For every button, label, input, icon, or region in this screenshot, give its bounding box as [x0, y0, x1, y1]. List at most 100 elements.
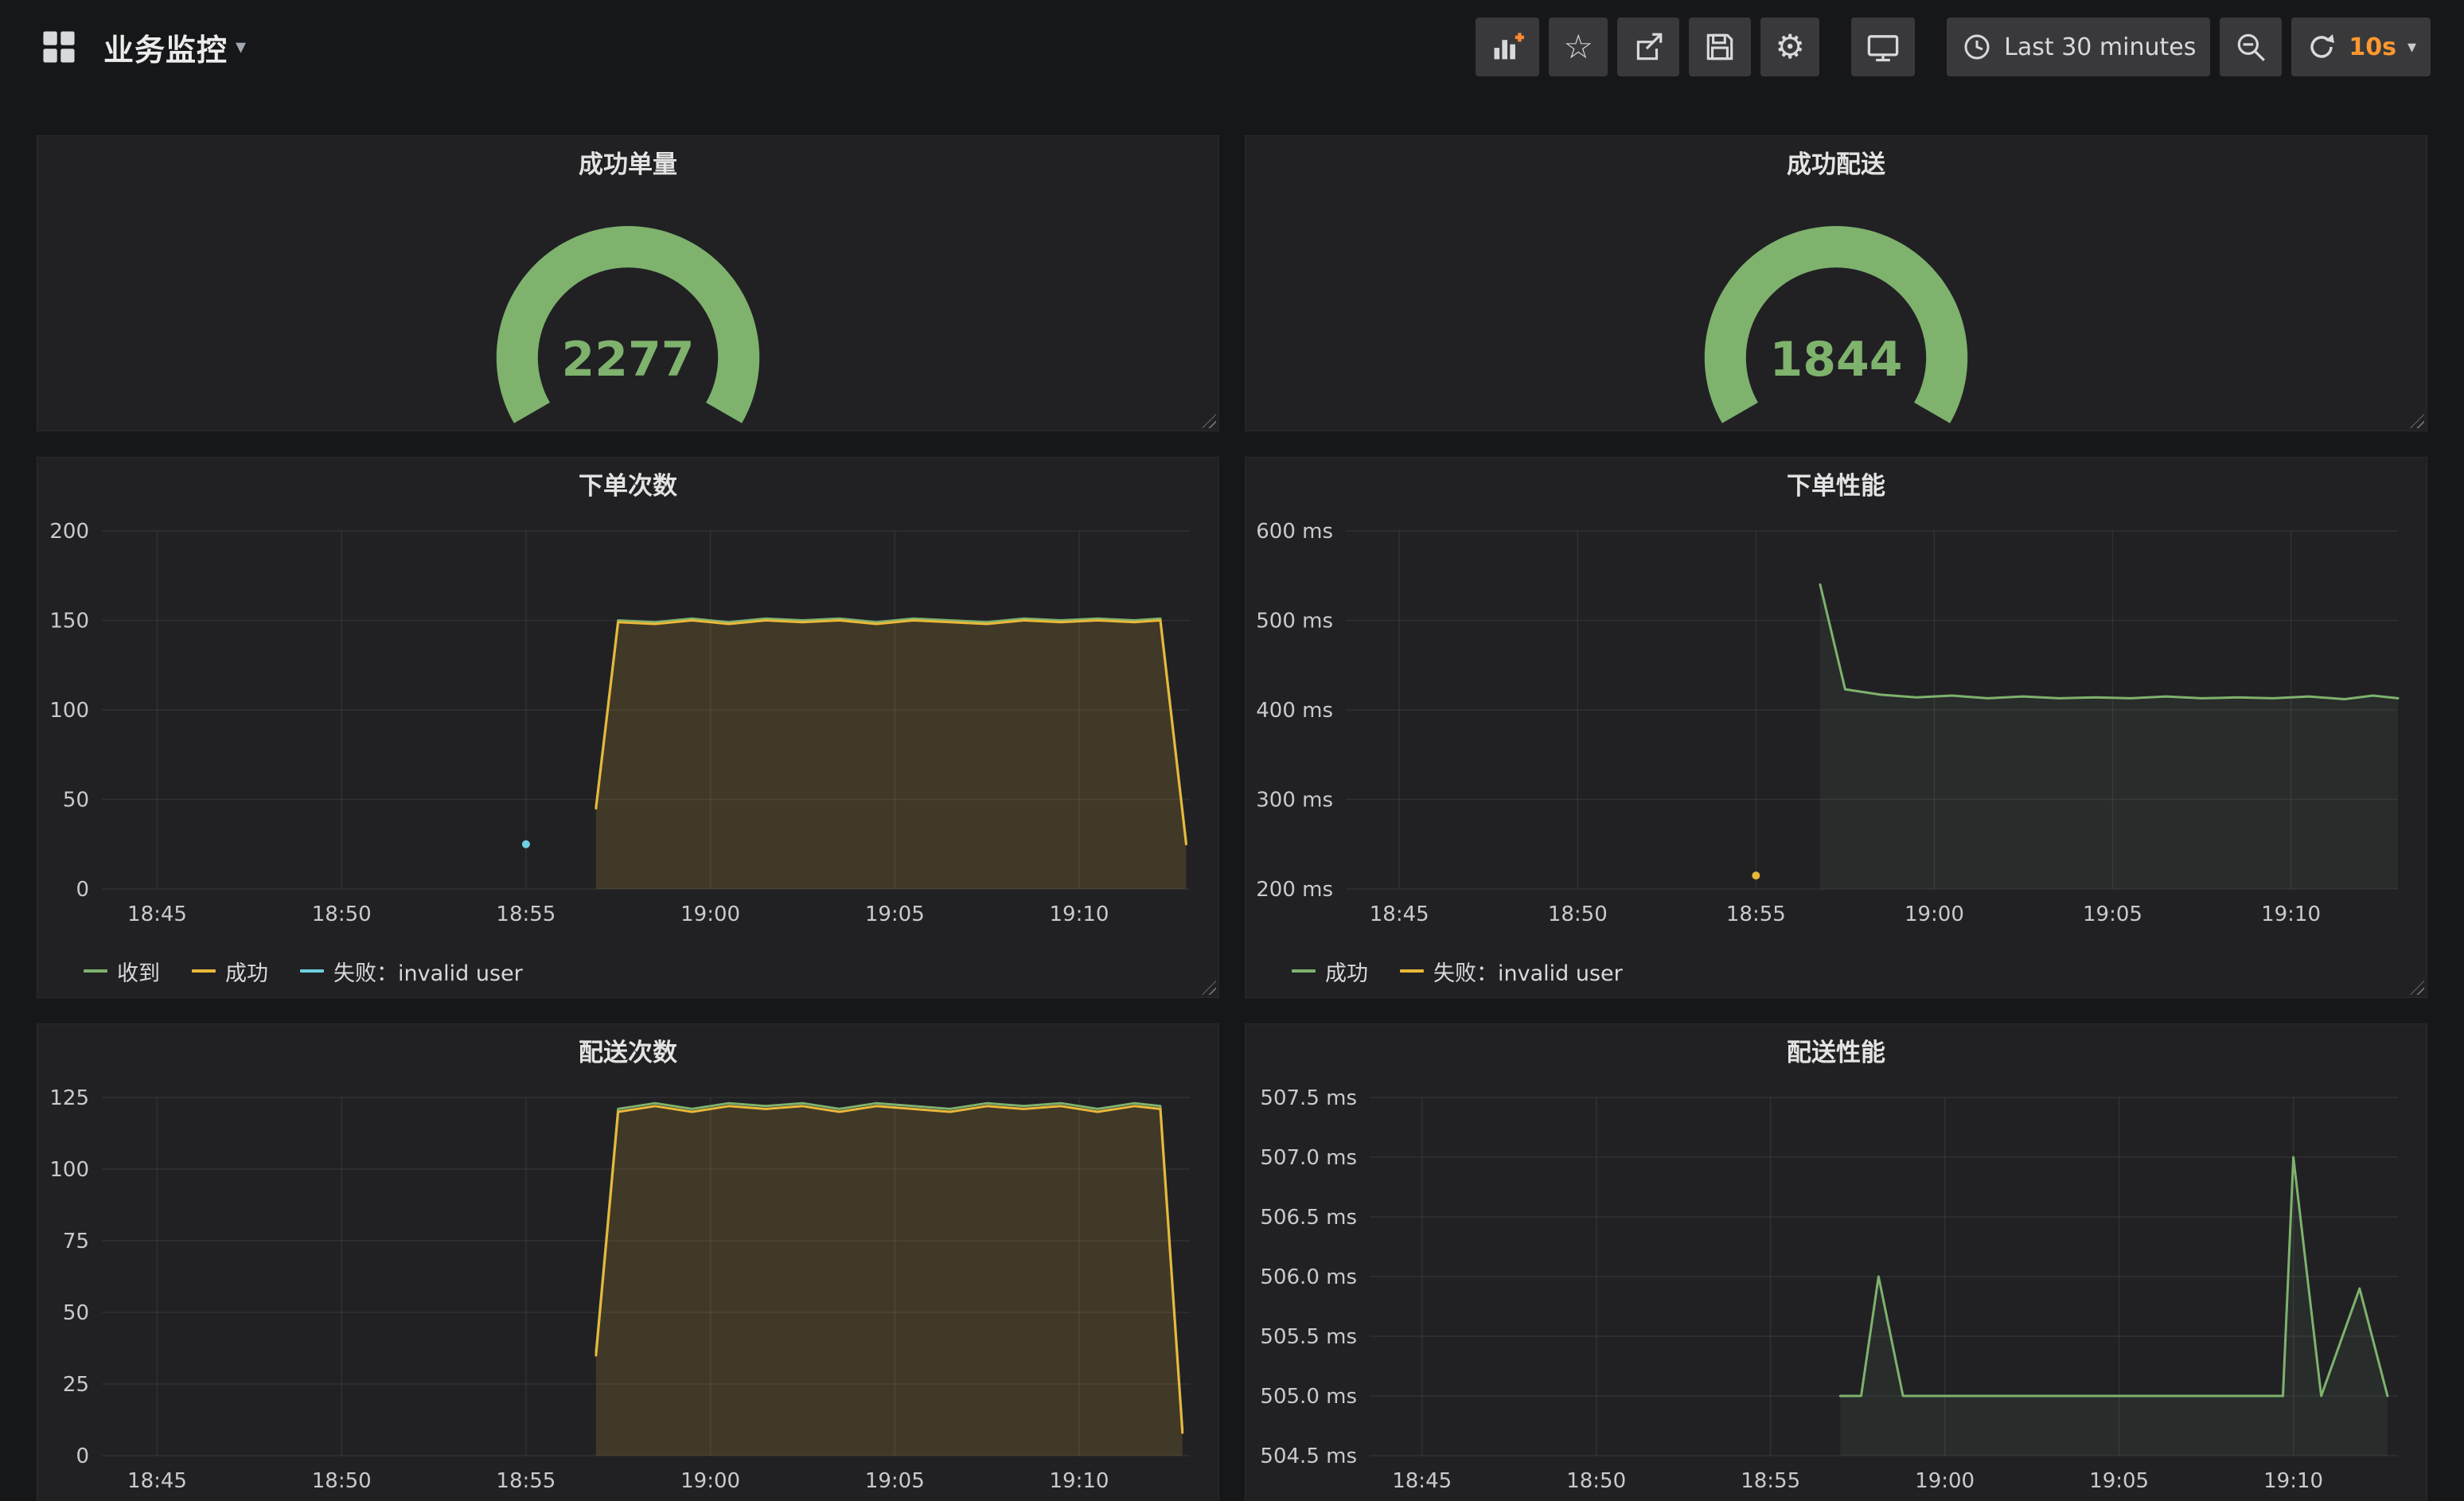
time-series-chart[interactable]: 18:45 18:50 18:55 19:00 19:05 19:10 504.5 ms 50… [1253, 1075, 2419, 1501]
svg-text:600 ms: 600 ms [1256, 520, 1333, 544]
time-range-picker[interactable]: Last 30 minutes [1947, 18, 2210, 76]
svg-text:19:10: 19:10 [1050, 1469, 1109, 1493]
cycle-view-mode-button[interactable] [1851, 18, 1915, 76]
share-icon [1632, 30, 1665, 64]
refresh-icon [2306, 31, 2337, 63]
star-icon: ☆ [1563, 30, 1593, 64]
svg-text:19:10: 19:10 [2261, 903, 2321, 926]
legend-series-color [84, 969, 107, 973]
legend-item[interactable]: 成功 [192, 956, 268, 987]
panel-title[interactable]: 配送性能 [1246, 1024, 2427, 1075]
svg-text:125: 125 [49, 1086, 89, 1110]
star-dashboard-button[interactable]: ☆ [1549, 18, 1608, 76]
svg-text:19:00: 19:00 [680, 903, 740, 926]
svg-text:504.5 ms: 504.5 ms [1260, 1444, 1357, 1468]
legend-item[interactable]: 成功 [1292, 956, 1368, 987]
svg-text:18:45: 18:45 [127, 1469, 187, 1493]
gauge-chart: 1844 [1246, 187, 2427, 431]
panel-order-count: 下单次数 18:4518:5018:5519:0019:0519:1005010… [37, 457, 1219, 998]
svg-text:18:55: 18:55 [1741, 1469, 1800, 1493]
panel-title[interactable]: 配送次数 [37, 1024, 1218, 1075]
dashboard-grid: 成功单量 2277 成功配送 1844 下单次数 18:45 18:50 18:55… [0, 94, 2464, 1501]
svg-text:50: 50 [63, 1301, 89, 1325]
svg-text:18:50: 18:50 [1548, 903, 1608, 926]
svg-text:150: 150 [49, 610, 89, 634]
time-series-chart[interactable]: 18:45 18:50 18:55 19:00 19:05 19:10 200 ms 300 … [1253, 509, 2419, 951]
chart-legend: 成功 失败：invalid user [1246, 951, 2427, 997]
svg-text:200 ms: 200 ms [1256, 878, 1333, 902]
top-navbar: 业务监控 ▾ ☆ [0, 0, 2464, 94]
svg-text:18:50: 18:50 [1566, 1469, 1626, 1493]
gauge-chart: 2277 [37, 187, 1218, 431]
svg-text:19:05: 19:05 [2083, 903, 2142, 926]
svg-text:19:00: 19:00 [1915, 1469, 1975, 1493]
panel-order-performance: 下单性能 18:45 18:50 18:55 19:00 19:05 19:10 200 m… [1245, 457, 2427, 998]
svg-text:0: 0 [76, 878, 89, 902]
grid-icon [41, 29, 77, 65]
add-panel-icon [1490, 29, 1525, 64]
legend-series-label: 收到 [117, 956, 160, 987]
share-dashboard-button[interactable] [1617, 18, 1679, 76]
legend-series-label: 成功 [1325, 956, 1368, 987]
chart-legend: 收到 成功 失败：invalid user [37, 951, 1218, 997]
panel-delivery-performance: 配送性能 18:45 18:50 18:55 19:00 19:05 19:10 504.5… [1245, 1023, 2427, 1501]
svg-text:18:50: 18:50 [312, 903, 372, 926]
dashboard-settings-button[interactable]: ⚙ [1760, 18, 1819, 76]
time-range-label: Last 30 minutes [2004, 33, 2196, 61]
tv-monitor-icon [1866, 29, 1901, 64]
panel-title[interactable]: 下单次数 [37, 458, 1218, 509]
svg-text:18:55: 18:55 [496, 903, 556, 926]
panel-delivery-count: 配送次数 18:45 18:50 18:55 19:00 19:05 19:10 0 25 50… [37, 1023, 1219, 1501]
refresh-picker[interactable]: 10s ▾ [2291, 18, 2431, 76]
svg-text:400 ms: 400 ms [1256, 699, 1333, 723]
panel-success-order-volume: 成功单量 2277 [37, 135, 1219, 431]
svg-text:507.5 ms: 507.5 ms [1260, 1086, 1357, 1110]
time-series-chart[interactable]: 18:4518:5018:5519:0019:0519:100501001502… [45, 509, 1211, 951]
legend-series-color [1400, 969, 1424, 973]
svg-text:19:10: 19:10 [1050, 903, 1109, 926]
svg-text:18:45: 18:45 [1392, 1469, 1452, 1493]
svg-text:19:00: 19:00 [1905, 903, 1964, 926]
svg-text:506.0 ms: 506.0 ms [1260, 1265, 1357, 1289]
save-dashboard-button[interactable] [1689, 18, 1751, 76]
panel-title[interactable]: 下单性能 [1246, 458, 2427, 509]
legend-series-color [300, 969, 324, 973]
svg-text:18:45: 18:45 [1370, 903, 1429, 926]
svg-text:18:50: 18:50 [312, 1469, 372, 1493]
svg-text:300 ms: 300 ms [1256, 789, 1333, 813]
clock-icon [1961, 31, 1993, 63]
svg-text:19:05: 19:05 [865, 1469, 925, 1493]
svg-text:19:00: 19:00 [680, 1469, 740, 1493]
svg-text:18:55: 18:55 [496, 1469, 556, 1493]
svg-text:505.5 ms: 505.5 ms [1260, 1325, 1357, 1349]
legend-item[interactable]: 失败：invalid user [300, 956, 523, 987]
legend-item[interactable]: 收到 [84, 956, 160, 987]
svg-text:25: 25 [63, 1373, 89, 1397]
panel-title[interactable]: 成功单量 [37, 136, 1218, 187]
svg-text:100: 100 [49, 1158, 89, 1182]
svg-text:19:05: 19:05 [865, 903, 925, 926]
legend-series-label: 失败：invalid user [333, 956, 523, 987]
save-icon [1703, 30, 1737, 64]
time-series-chart[interactable]: 18:4518:5018:5519:0019:0519:100255075100… [45, 1075, 1211, 1501]
svg-text:100: 100 [49, 699, 89, 723]
refresh-interval-label: 10s [2349, 33, 2396, 61]
grafana-apps-icon[interactable] [33, 21, 84, 72]
svg-text:19:10: 19:10 [2263, 1469, 2323, 1493]
svg-text:0: 0 [76, 1444, 89, 1468]
svg-text:1844: 1844 [1770, 332, 1903, 388]
svg-text:505.0 ms: 505.0 ms [1260, 1385, 1357, 1409]
add-panel-button[interactable] [1476, 18, 1539, 76]
dashboard-title-picker[interactable]: 业务监控 ▾ [103, 25, 246, 69]
svg-text:18:55: 18:55 [1726, 903, 1786, 926]
panel-title[interactable]: 成功配送 [1246, 136, 2427, 187]
svg-text:19:05: 19:05 [2089, 1469, 2149, 1493]
zoom-out-time-button[interactable] [2220, 18, 2282, 76]
legend-series-color [1292, 969, 1316, 973]
dashboard-title: 业务监控 [103, 25, 228, 69]
svg-text:2277: 2277 [562, 332, 695, 388]
svg-text:507.0 ms: 507.0 ms [1260, 1146, 1357, 1170]
legend-item[interactable]: 失败：invalid user [1400, 956, 1623, 987]
chevron-down-icon: ▾ [236, 35, 246, 59]
svg-text:200: 200 [49, 520, 89, 544]
